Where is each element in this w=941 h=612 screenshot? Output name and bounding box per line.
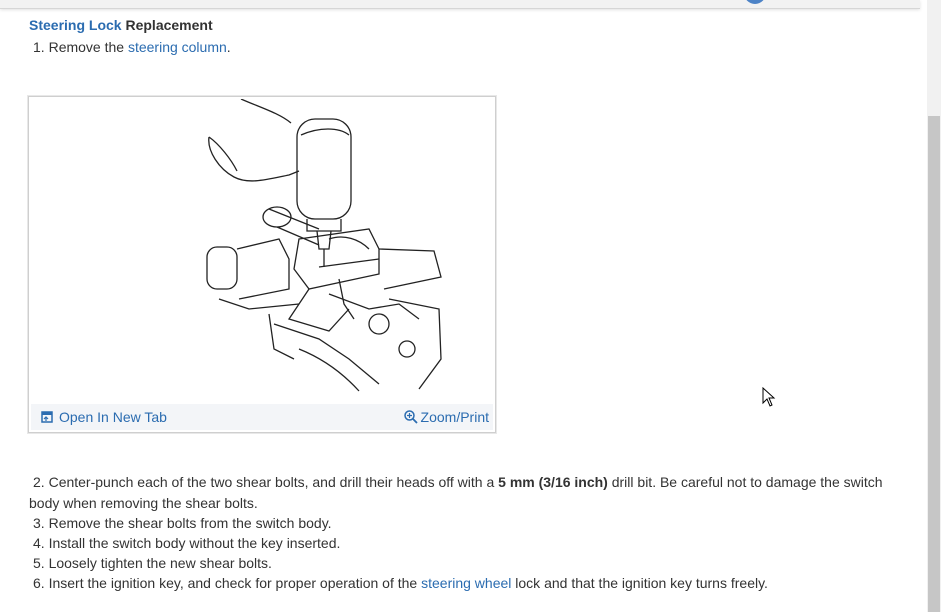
step-1: 1. Remove the steering column. bbox=[33, 39, 231, 55]
step-3: 3. Remove the shear bolts from the switc… bbox=[33, 515, 332, 531]
scrollbar-track[interactable] bbox=[927, 0, 941, 612]
figure-toolbar: Open In New Tab Zoom/Print bbox=[31, 404, 493, 430]
top-toolbar bbox=[0, 0, 920, 9]
open-in-new-tab-button[interactable]: Open In New Tab bbox=[41, 409, 167, 425]
steering-column-link[interactable]: steering column bbox=[128, 39, 227, 55]
page-title: Steering Lock Replacement bbox=[29, 17, 213, 33]
step-2: 2. Center-punch each of the two shear bo… bbox=[29, 474, 883, 511]
steering-wheel-link[interactable]: steering wheel bbox=[421, 575, 511, 591]
toolbar-button-partial[interactable] bbox=[744, 0, 766, 4]
step-4: 4. Install the switch body without the k… bbox=[33, 535, 341, 551]
drill-illustration bbox=[206, 99, 442, 392]
zoom-in-icon bbox=[403, 410, 418, 424]
open-in-new-tab-label: Open In New Tab bbox=[59, 409, 167, 425]
step-5: 5. Loosely tighten the new shear bolts. bbox=[33, 555, 272, 571]
step-6: 6. Insert the ignition key, and check fo… bbox=[33, 575, 768, 591]
mouse-cursor-icon bbox=[762, 387, 776, 407]
steering-lock-link[interactable]: Steering Lock bbox=[29, 17, 122, 33]
zoom-print-label: Zoom/Print bbox=[420, 409, 489, 425]
zoom-print-button[interactable]: Zoom/Print bbox=[403, 409, 489, 425]
figure-panel: Open In New Tab Zoom/Print bbox=[28, 96, 496, 433]
scrollbar-thumb[interactable] bbox=[928, 116, 940, 612]
open-new-tab-icon bbox=[41, 411, 53, 423]
title-text: Replacement bbox=[121, 17, 213, 33]
